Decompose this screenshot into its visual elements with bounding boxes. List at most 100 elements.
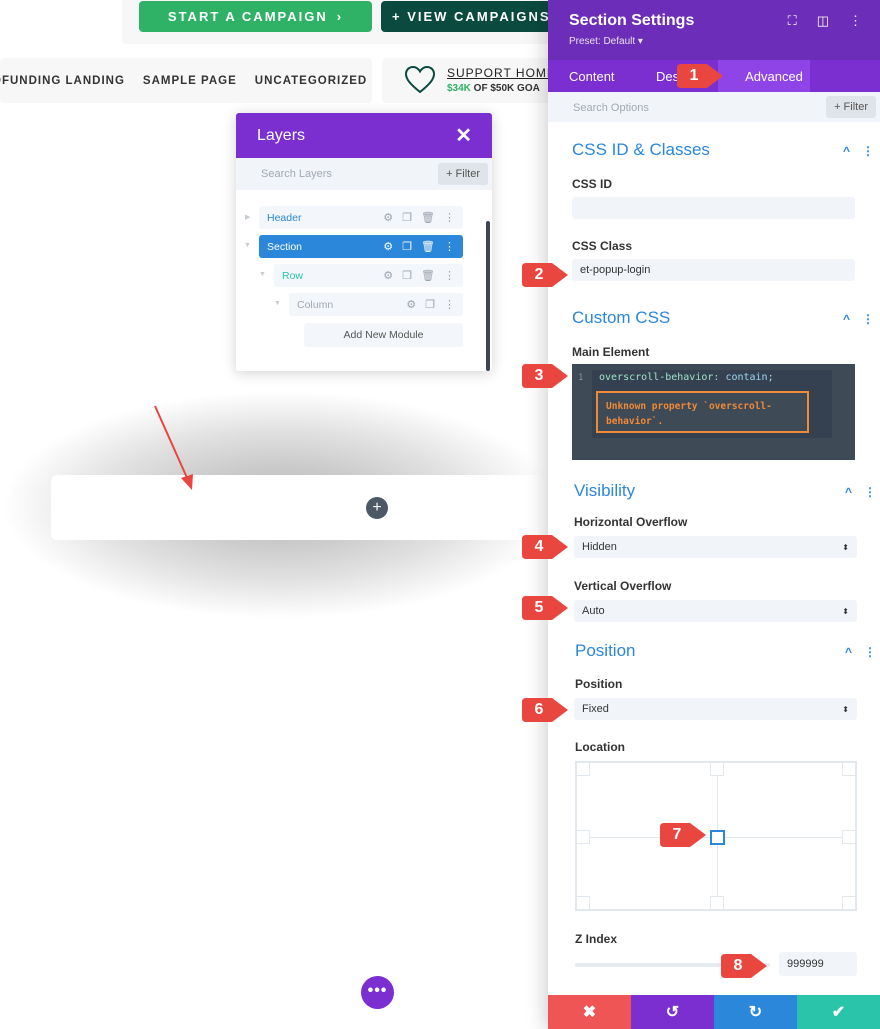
duplicate-icon[interactable]: ❐ xyxy=(425,298,435,311)
section-more-icon[interactable]: ⋮ xyxy=(864,485,876,499)
layer-item-header[interactable]: Header ⚙ ❐ 🗑 ⋮ xyxy=(259,206,463,229)
layers-filter-button[interactable]: + Filter xyxy=(438,163,488,185)
location-bottom-center[interactable] xyxy=(710,896,724,910)
chevron-right-icon: › xyxy=(336,9,344,24)
more-icon[interactable]: ⋮ xyxy=(444,269,455,282)
position-select[interactable]: Fixed ⬍ xyxy=(574,698,857,720)
custom-css-heading[interactable]: Custom CSS xyxy=(572,308,670,328)
callout-number: 3 xyxy=(534,367,544,384)
expand-icon[interactable]: ▶ xyxy=(245,213,250,221)
css-id-field[interactable] xyxy=(572,197,855,219)
add-new-module-button[interactable]: Add New Module xyxy=(304,323,463,347)
layer-item-row[interactable]: Row ⚙ ❐ 🗑 ⋮ xyxy=(274,264,463,287)
options-filter-button[interactable]: + Filter xyxy=(826,96,876,118)
more-options-icon[interactable]: ⋮ xyxy=(849,13,862,29)
callout-number: 5 xyxy=(534,599,544,616)
layer-item-column[interactable]: Column ⚙ ❐ ⋮ xyxy=(289,293,463,316)
horizontal-overflow-select[interactable]: Hidden ⬍ xyxy=(574,536,857,558)
css-class-field[interactable]: et-popup-login xyxy=(572,259,855,281)
more-icon[interactable]: ⋮ xyxy=(444,298,455,311)
z-index-input[interactable]: 999999 xyxy=(779,952,857,976)
collapse-icon[interactable]: ▼ xyxy=(244,242,251,249)
collapse-icon[interactable]: ▼ xyxy=(274,300,281,307)
location-bottom-left[interactable] xyxy=(576,896,590,910)
line-number: 1 xyxy=(578,373,584,383)
gear-icon[interactable]: ⚙ xyxy=(383,269,393,282)
main-element-label: Main Element xyxy=(572,345,650,359)
layer-item-section[interactable]: Section ⚙ ❐ 🗑 ⋮ xyxy=(259,235,463,258)
duplicate-icon[interactable]: ❐ xyxy=(402,269,412,282)
layers-scrollbar[interactable] xyxy=(486,221,490,371)
location-top-center[interactable] xyxy=(710,762,724,776)
nav-item-crowdfunding[interactable]: OFUNDING LANDING xyxy=(0,75,125,87)
more-icon[interactable]: ⋮ xyxy=(444,240,455,253)
trash-icon[interactable]: 🗑 xyxy=(421,269,435,282)
tab-design[interactable]: Des xyxy=(656,60,679,92)
gear-icon[interactable]: ⚙ xyxy=(383,240,393,253)
duplicate-icon[interactable]: ❐ xyxy=(402,240,412,253)
vertical-overflow-select[interactable]: Auto ⬍ xyxy=(574,600,857,622)
css-id-classes-heading[interactable]: CSS ID & Classes xyxy=(572,140,710,160)
css-error-tooltip: Unknown property `overscroll-behavior`. xyxy=(596,391,809,433)
nav-item-uncategorized[interactable]: UNCATEGORIZED xyxy=(255,75,367,87)
location-top-left[interactable] xyxy=(576,762,590,776)
select-arrow-icon: ⬍ xyxy=(842,606,849,616)
start-campaign-label: START A CAMPAIGN xyxy=(167,9,328,24)
add-module-icon[interactable]: + xyxy=(366,497,388,519)
layer-label: Column xyxy=(297,298,334,311)
chevron-up-icon[interactable]: ^ xyxy=(845,645,852,659)
save-button[interactable]: ✔ xyxy=(797,995,880,1029)
builder-menu-button[interactable]: ••• xyxy=(361,976,394,1009)
gear-icon[interactable]: ⚙ xyxy=(406,298,416,311)
nav-item-sample-page[interactable]: SAMPLE PAGE xyxy=(143,75,237,87)
close-icon[interactable]: ✕ xyxy=(455,123,472,148)
layers-header: Layers ✕ xyxy=(236,113,492,158)
redo-button[interactable]: ↻ xyxy=(714,995,797,1029)
fullscreen-icon[interactable]: ⛶ xyxy=(788,13,797,29)
chevron-up-icon[interactable]: ^ xyxy=(843,144,850,158)
gear-icon[interactable]: ⚙ xyxy=(383,211,393,224)
section-more-icon[interactable]: ⋮ xyxy=(862,312,874,326)
duplicate-icon[interactable]: ❐ xyxy=(402,211,412,224)
location-center-left[interactable] xyxy=(576,830,590,844)
location-top-right[interactable] xyxy=(842,762,856,776)
section-more-icon[interactable]: ⋮ xyxy=(864,645,876,659)
split-view-icon[interactable]: ◫ xyxy=(817,13,829,29)
preset-dropdown[interactable]: Preset: Default ▾ xyxy=(569,36,643,47)
pointer-arrow-icon xyxy=(154,405,193,490)
discard-button[interactable]: ✖ xyxy=(548,995,631,1029)
callout-3: 3 xyxy=(522,362,568,390)
undo-button[interactable]: ↺ xyxy=(631,995,714,1029)
section-more-icon[interactable]: ⋮ xyxy=(862,144,874,158)
layers-search-input[interactable]: Search Layers xyxy=(261,168,332,180)
tab-advanced[interactable]: Advanced xyxy=(718,60,810,92)
location-grid[interactable] xyxy=(575,761,857,911)
layer-label: Row xyxy=(282,269,304,282)
position-heading[interactable]: Position xyxy=(575,641,635,661)
chevron-up-icon[interactable]: ^ xyxy=(845,485,852,499)
start-campaign-button[interactable]: START A CAMPAIGN › xyxy=(139,1,372,32)
visibility-heading[interactable]: Visibility xyxy=(574,481,635,501)
more-icon[interactable]: ⋮ xyxy=(444,211,455,224)
vertical-overflow-label: Vertical Overflow xyxy=(574,579,672,593)
collapse-icon[interactable]: ▼ xyxy=(259,271,266,278)
select-arrow-icon: ⬍ xyxy=(842,542,849,552)
location-bottom-right[interactable] xyxy=(842,896,856,910)
options-search-input[interactable]: Search Options xyxy=(573,102,649,114)
location-center-right[interactable] xyxy=(842,830,856,844)
location-center-selected[interactable] xyxy=(710,830,725,845)
view-campaigns-button[interactable]: + VIEW CAMPAIGNS xyxy=(381,1,561,32)
css-id-label: CSS ID xyxy=(572,177,613,191)
chevron-up-icon[interactable]: ^ xyxy=(843,312,850,326)
horizontal-overflow-label: Horizontal Overflow xyxy=(574,515,688,529)
tab-content[interactable]: Content xyxy=(569,60,615,92)
support-widget[interactable]: SUPPORT HOME $34K OF $50K GOA xyxy=(382,58,552,103)
css-class-label: CSS Class xyxy=(572,239,633,253)
code-line[interactable]: overscroll-behavior: contain; xyxy=(599,372,774,383)
empty-section-module[interactable] xyxy=(51,475,561,540)
select-arrow-icon: ⬍ xyxy=(842,704,849,714)
trash-icon[interactable]: 🗑 xyxy=(421,240,435,253)
settings-action-bar: ✖ ↺ ↻ ✔ xyxy=(548,995,880,1029)
trash-icon[interactable]: 🗑 xyxy=(421,211,435,224)
support-title[interactable]: SUPPORT HOME xyxy=(447,66,552,80)
